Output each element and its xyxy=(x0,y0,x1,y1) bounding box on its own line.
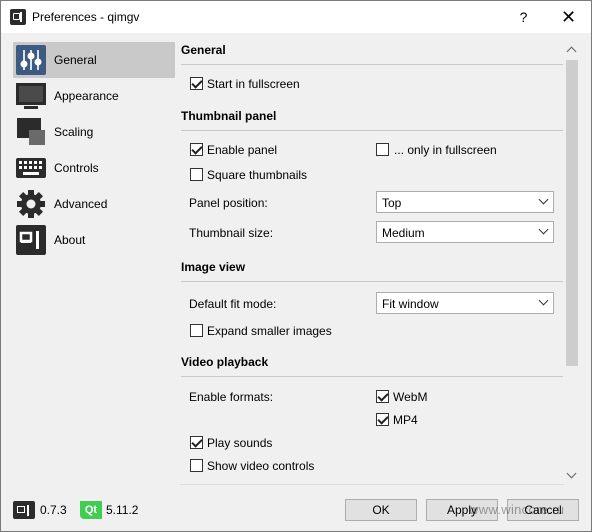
qt-logo-icon: Qt xyxy=(80,501,102,519)
only-fullscreen-checkbox[interactable] xyxy=(376,143,389,156)
fit-mode-select[interactable]: Fit window xyxy=(376,292,554,314)
ok-button[interactable]: OK xyxy=(345,499,417,521)
scroll-up-arrow-icon[interactable] xyxy=(566,46,577,57)
sidebar-item-label: Controls xyxy=(54,161,99,175)
section-title-thumbnail-panel: Thumbnail panel xyxy=(181,109,277,123)
sidebar-item-label: About xyxy=(54,233,86,247)
chevron-down-icon xyxy=(538,224,549,235)
sidebar-item-scaling[interactable]: Scaling xyxy=(13,114,175,150)
sidebar-item-general[interactable]: General xyxy=(13,42,175,78)
webm-checkbox[interactable] xyxy=(376,390,389,403)
window-title: Preferences - qimgv xyxy=(32,10,140,24)
section-title-general: General xyxy=(181,43,226,57)
title-bar[interactable]: Preferences - qimgv ? ✕ xyxy=(1,1,591,33)
enable-panel-checkbox[interactable] xyxy=(190,143,203,156)
vertical-scrollbar[interactable] xyxy=(564,42,580,485)
square-thumbnails-label: Square thumbnails xyxy=(207,168,308,182)
chevron-down-icon xyxy=(538,194,549,205)
keyboard-icon xyxy=(16,158,46,178)
square-thumbnails-checkbox[interactable] xyxy=(190,168,203,181)
section-title-image-view: Image view xyxy=(181,260,246,274)
qt-version: 5.11.2 xyxy=(106,503,139,517)
preferences-window: Preferences - qimgv ? ✕ General Appearan… xyxy=(0,0,592,532)
play-sounds-label: Play sounds xyxy=(207,436,273,450)
chevron-down-icon xyxy=(538,295,549,306)
app-version: 0.7.3 xyxy=(40,503,67,517)
fit-mode-label: Default fit mode: xyxy=(189,297,277,311)
expand-smaller-checkbox[interactable] xyxy=(190,324,203,337)
play-sounds-checkbox[interactable] xyxy=(190,436,203,449)
section-divider xyxy=(181,376,563,377)
start-fullscreen-checkbox[interactable] xyxy=(190,77,203,90)
panel-position-select[interactable]: Top xyxy=(376,191,554,213)
help-button[interactable]: ? xyxy=(501,1,546,33)
cancel-button[interactable]: Cancel xyxy=(507,499,579,521)
sidebar-item-label: Appearance xyxy=(54,89,119,103)
monitor-icon xyxy=(16,83,46,109)
mp4-label: MP4 xyxy=(393,413,418,427)
scrollbar-thumb[interactable] xyxy=(566,60,578,366)
panel-position-value: Top xyxy=(382,196,402,210)
thumbnail-size-label: Thumbnail size: xyxy=(189,226,274,240)
enable-formats-label: Enable formats: xyxy=(189,390,274,404)
show-video-controls-checkbox[interactable] xyxy=(190,459,203,472)
sidebar-item-label: Advanced xyxy=(54,197,108,211)
show-video-controls-label: Show video controls xyxy=(207,459,315,473)
start-fullscreen-label: Start in fullscreen xyxy=(207,77,300,91)
sidebar-item-appearance[interactable]: Appearance xyxy=(13,78,175,114)
qimgv-logo-icon xyxy=(13,501,35,519)
webm-label: WebM xyxy=(393,390,428,404)
settings-panel: General Start in fullscreen Thumbnail pa… xyxy=(180,42,580,485)
only-fullscreen-label: ... only in fullscreen xyxy=(394,143,497,157)
qimgv-app-icon xyxy=(10,9,26,25)
gear-icon xyxy=(17,190,45,218)
qimgv-logo-icon xyxy=(16,225,46,255)
section-title-video-playback: Video playback xyxy=(181,355,269,369)
sidebar-item-controls[interactable]: Controls xyxy=(13,150,175,186)
apply-button[interactable]: Apply xyxy=(426,499,498,521)
sidebar-item-advanced[interactable]: Advanced xyxy=(13,186,175,222)
thumbnail-size-select[interactable]: Medium xyxy=(376,221,554,243)
sidebar-item-label: General xyxy=(54,53,97,67)
scroll-down-arrow-icon[interactable] xyxy=(566,468,577,479)
section-divider xyxy=(181,64,563,65)
panel-position-label: Panel position: xyxy=(189,196,268,210)
thumbnail-size-value: Medium xyxy=(382,226,425,240)
sidebar-item-label: Scaling xyxy=(54,125,94,139)
close-button[interactable]: ✕ xyxy=(546,1,591,33)
section-divider xyxy=(181,130,563,131)
section-divider xyxy=(181,281,563,282)
sidebar-item-about[interactable]: About xyxy=(13,222,175,258)
enable-panel-label: Enable panel xyxy=(207,143,278,157)
scaling-icon xyxy=(17,118,45,145)
mp4-checkbox[interactable] xyxy=(376,413,389,426)
fit-mode-value: Fit window xyxy=(382,297,439,311)
sliders-icon xyxy=(16,45,46,75)
expand-smaller-label: Expand smaller images xyxy=(207,324,332,338)
sidebar: General Appearance Scaling Controls Adva… xyxy=(13,42,175,479)
